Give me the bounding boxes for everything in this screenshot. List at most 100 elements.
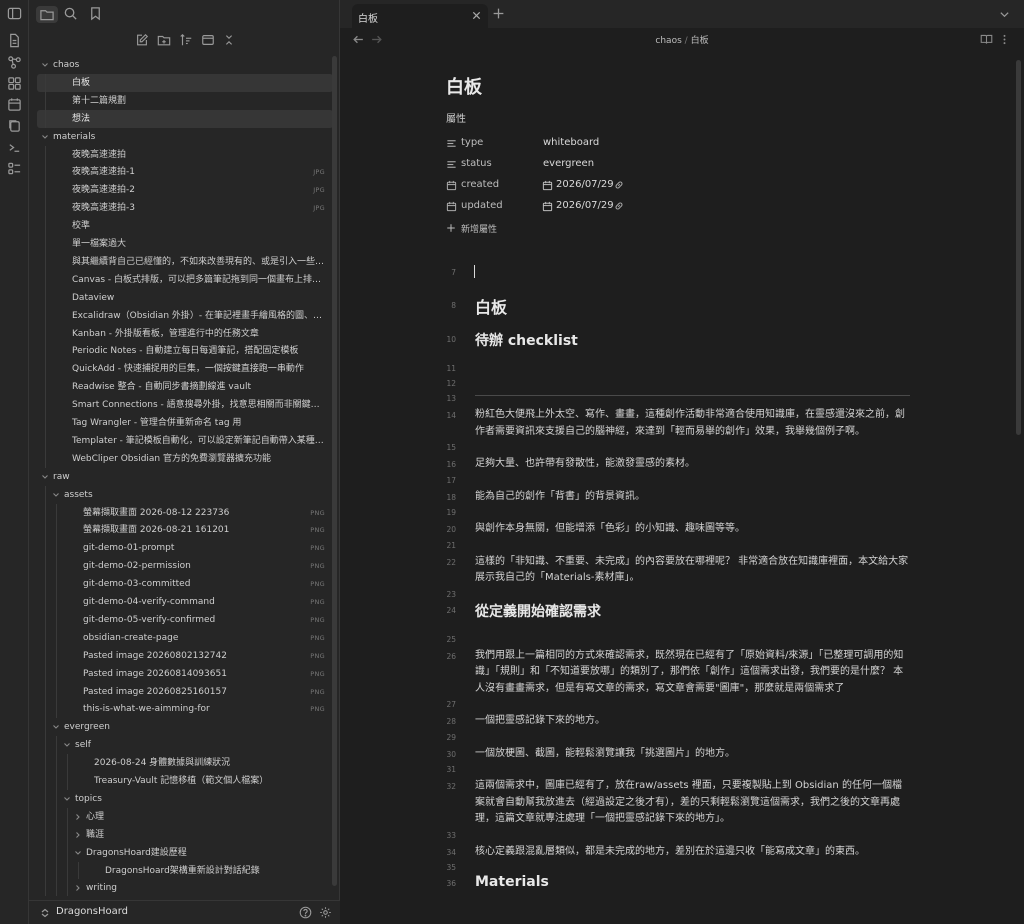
property-date-value[interactable]: 2026/07/29 — [556, 200, 614, 211]
tree-file[interactable]: obsidian-create-page PNG — [37, 629, 333, 647]
paragraph[interactable]: 核心定義跟混亂層類似，都是未完成的地方，差別在於這邊只收「能寫成文章」的東西。 — [475, 844, 910, 861]
tree-file[interactable]: Periodic Notes - 自動建立每日每週筆記，搭配固定模板 — [37, 342, 333, 360]
tree-file[interactable]: Treasury-Vault 記憶移植（範文個人檔案） — [37, 772, 333, 790]
terminal-icon[interactable] — [7, 140, 22, 155]
tree-file[interactable]: 螢幕擷取畫面 2026-08-21 161201 PNG — [37, 521, 333, 539]
vault-name[interactable]: DragonsHoard — [56, 906, 128, 917]
tree-folder[interactable]: evergreen — [37, 718, 333, 736]
tree-file[interactable]: 第十二篇規劃 — [37, 92, 333, 110]
tree-file[interactable]: DragonsHoard架構重新設計對話紀錄 — [37, 862, 333, 880]
sidebar-scrollbar[interactable] — [332, 56, 337, 886]
sort-icon[interactable] — [179, 33, 193, 47]
tree-file[interactable]: Kanban - 外掛版看板，管理進行中的任務文章 — [37, 325, 333, 343]
chevron-down-icon[interactable] — [41, 473, 49, 481]
chevron-down-icon[interactable] — [41, 61, 49, 69]
tree-file[interactable]: 夜晚高速速拍 — [37, 146, 333, 164]
property-row[interactable]: status evergreen — [446, 156, 906, 174]
tree-file[interactable]: 夜晚高速速拍-2 JPG — [37, 181, 333, 199]
heading-2[interactable]: 待辦 checklist — [475, 330, 578, 350]
tree-folder[interactable]: DragonsHoard建設歷程 — [37, 844, 333, 862]
tree-file[interactable]: 螢幕擷取畫面 2026-08-12 223736 PNG — [37, 504, 333, 522]
property-row[interactable]: updated 2026/07/29 — [446, 198, 906, 216]
property-value[interactable]: whiteboard — [543, 137, 599, 148]
tree-file[interactable]: Readwise 整合 - 自動同步書摘劃線進 vault — [37, 378, 333, 396]
chevron-down-icon[interactable] — [74, 849, 82, 857]
tree-file[interactable]: Smart Connections - 語意搜尋外掛，找意思相關而非關鍵字相… — [37, 396, 333, 414]
tree-file[interactable]: 想法 — [37, 109, 333, 128]
paragraph[interactable]: 這兩個需求中，圖庫已經有了，放在raw/assets 裡面，只要複製貼上到 Ob… — [475, 778, 910, 828]
property-key[interactable]: updated — [461, 200, 503, 211]
tree-file[interactable]: 2026-08-24 身體數據與訓練狀況 — [37, 754, 333, 772]
sidebar-toggle-icon[interactable] — [7, 6, 22, 21]
chevron-down-icon[interactable] — [63, 795, 71, 803]
property-key[interactable]: status — [461, 158, 492, 169]
tree-file[interactable]: git-demo-01-prompt PNG — [37, 539, 333, 557]
tree-file[interactable]: 夜晚高速速拍-3 JPG — [37, 199, 333, 217]
tree-file[interactable]: Pasted image 20260814093651 PNG — [37, 665, 333, 683]
chevron-down-icon[interactable] — [52, 723, 60, 731]
chevron-right-icon[interactable] — [74, 884, 82, 892]
tree-file[interactable]: git-demo-03-committed PNG — [37, 575, 333, 593]
tree-file[interactable]: Pasted image 20260802132742 PNG — [37, 647, 333, 665]
chevron-down-icon[interactable] — [52, 491, 60, 499]
chevron-down-icon[interactable] — [63, 741, 71, 749]
tree-folder[interactable]: assets — [37, 486, 333, 504]
tree-folder[interactable]: 職涯 — [37, 826, 333, 844]
vault-switch-chevron-icon[interactable] — [40, 908, 50, 918]
graph-view-icon[interactable] — [7, 55, 22, 70]
property-value[interactable]: evergreen — [543, 158, 594, 169]
tree-file[interactable]: Canvas - 白板式排版，可以把多篇筆記拖到同一個畫布上排篇聯 — [37, 271, 333, 289]
paragraph[interactable]: 粉紅色大便飛上外太空、寫作、畫畫，這種創作活動非常適合使用知識庫，在靈感還沒來之… — [475, 407, 910, 440]
heading-2[interactable]: Materials — [475, 874, 549, 890]
tree-file[interactable]: Pasted image 20260825160157 PNG — [37, 683, 333, 701]
tree-folder[interactable]: raw — [37, 468, 333, 486]
tree-folder[interactable]: topics — [37, 790, 333, 808]
paragraph[interactable]: 一個放梗圖、截圖，能輕鬆瀏覽讓我「挑選圖片」的地方。 — [475, 746, 910, 763]
bookmark-icon[interactable] — [88, 6, 104, 22]
chevron-down-icon[interactable] — [41, 133, 49, 141]
tree-file[interactable]: 夜晚高速速拍-1 JPG — [37, 163, 333, 181]
tree-file[interactable]: WebCliper Obsidian 官方的免費瀏覽器擴充功能 — [37, 450, 333, 468]
heading-1[interactable]: 白板 — [475, 294, 507, 318]
paragraph[interactable]: 足夠大量、也許帶有發散性，能激發靈感的素材。 — [475, 456, 910, 473]
open-note-icon[interactable] — [7, 33, 22, 48]
tree-file[interactable]: git-demo-05-verify-confirmed PNG — [37, 611, 333, 629]
property-row[interactable]: type whiteboard — [446, 135, 906, 153]
tree-file[interactable]: 校準 — [37, 217, 333, 235]
tab-list-chevron-icon[interactable] — [999, 9, 1010, 20]
paragraph[interactable]: 與創作本身無關，但能增添「色彩」的小知識、趣味圖等等。 — [475, 521, 910, 538]
auto-reveal-icon[interactable] — [201, 33, 215, 47]
breadcrumb-note[interactable]: 白板 — [691, 36, 709, 46]
new-tab-plus-icon[interactable] — [492, 7, 505, 20]
help-icon[interactable] — [299, 906, 312, 919]
property-key[interactable]: type — [461, 137, 483, 148]
new-folder-icon[interactable] — [157, 33, 171, 47]
paragraph[interactable]: 一個把靈感記錄下來的地方。 — [475, 713, 910, 730]
daily-note-icon[interactable] — [7, 97, 22, 112]
property-row[interactable]: created 2026/07/29 — [446, 177, 906, 195]
tree-folder[interactable]: materials — [37, 128, 333, 146]
tree-file[interactable]: 白板 — [37, 73, 333, 92]
inline-title[interactable]: 白板 — [446, 73, 482, 99]
chevron-right-icon[interactable] — [74, 813, 82, 821]
tree-folder[interactable]: self — [37, 736, 333, 754]
paragraph[interactable]: 這樣的「非知識、不重要、未完成」的內容要放在哪裡呢？ 非常適合放在知識庫裡面，本… — [475, 554, 910, 587]
templates-icon[interactable] — [7, 118, 22, 133]
tree-file[interactable]: QuickAdd - 快速捕捉用的巨集，一個按鍵直接跑一串動作 — [37, 360, 333, 378]
tree-file[interactable]: git-demo-02-permission PNG — [37, 557, 333, 575]
tree-folder[interactable]: 心理 — [37, 808, 333, 826]
tree-file[interactable]: Templater - 筆記模板自動化，可以設定新筆記自動帶入某種格式 — [37, 432, 333, 450]
editor-scrollbar[interactable] — [1016, 60, 1021, 435]
search-icon[interactable] — [63, 6, 79, 22]
command-palette-icon[interactable] — [7, 161, 22, 176]
tree-file[interactable]: this-is-what-we-aimming-for PNG — [37, 700, 333, 718]
tree-file[interactable]: Tag Wrangler - 管理合併重新命名 tag 用 — [37, 414, 333, 432]
tree-file[interactable]: 單一檔案過大 — [37, 235, 333, 253]
paragraph[interactable]: 能為自己的創作「背書」的背景資訊。 — [475, 489, 910, 506]
link-icon[interactable] — [614, 201, 624, 211]
link-icon[interactable] — [614, 180, 624, 190]
tree-folder[interactable]: chaos — [37, 56, 333, 74]
tree-file[interactable]: Dataview — [37, 289, 333, 307]
heading-2[interactable]: 從定義開始確認需求 — [475, 601, 601, 621]
property-date-value[interactable]: 2026/07/29 — [556, 179, 614, 190]
